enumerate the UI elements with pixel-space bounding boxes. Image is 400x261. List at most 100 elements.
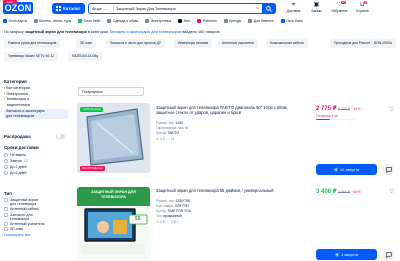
header: OZON fresh Каталог Везде ⌄ Защитный Экран… — [0, 0, 400, 17]
product-photo — [77, 103, 150, 173]
product-attr: Тип: прозрачный — [156, 214, 182, 218]
heart-icon: ♡ — [336, 2, 343, 8]
type-option[interactable]: Запчасти для телевизора — [4, 212, 68, 222]
checkbox[interactable] — [4, 221, 8, 226]
product-card[interactable]: ЗАЩИТНЫЙ ЭКРАН ДЛЯ ТЕЛЕВИЗОРА 55 Защитны… — [77, 187, 399, 261]
radio-button[interactable] — [4, 159, 8, 163]
clear-icon[interactable]: × — [256, 6, 259, 12]
nav-item[interactable]: Ozon Банк — [280, 19, 303, 23]
category-item-active[interactable]: Запчасти и аксессуары для телевизоров — [4, 109, 68, 120]
header-action-label: Избранное — [331, 9, 348, 13]
checkbox[interactable] — [4, 198, 8, 202]
header-box-button[interactable]: ▣ Заказы — [305, 2, 328, 15]
related-chip[interactable]: BHN-490SA — [370, 39, 396, 48]
product-title[interactable]: Защитный экран для телевизора 55 дюймов … — [156, 188, 306, 193]
nav-item[interactable]: Билеты, отели, туры — [33, 19, 71, 23]
related-chip[interactable]: Запчасти и части для пультов ДУ — [106, 39, 165, 48]
nav-item-icon — [197, 19, 202, 23]
nav-item[interactable]: Для бизнеса — [248, 19, 274, 23]
radio-button[interactable] — [4, 153, 8, 157]
product-card[interactable]: −14% бонусы РАСПРОДАЖА Защитный экран дл… — [77, 103, 399, 178]
chat-icon — [385, 251, 392, 258]
product-rating: ★ 4.9 ◌ 21 — [156, 137, 175, 141]
category-filter: Категория ‹ Все категории ‹ Электроника … — [4, 79, 68, 120]
nav-item-icon — [145, 19, 150, 23]
grid-icon — [56, 6, 61, 11]
related-chip[interactable]: Рамки и ручки для телевизоров — [4, 39, 61, 48]
product-image[interactable] — [77, 103, 150, 173]
search-bar: Везде ⌄ Защитный Экран Для Телевизора × — [88, 2, 276, 14]
header-heart-button[interactable]: ♡ Избранное 32 — [328, 1, 351, 15]
nav-item[interactable]: Электроника — [145, 19, 171, 23]
stock-bar — [316, 119, 356, 121]
sale-heading: Распродажа — [4, 134, 31, 139]
star-icon: ★ — [156, 220, 160, 224]
sale-filter: Распродажа — [4, 133, 65, 140]
type-option[interactable]: Защитный экран для телевизора — [4, 198, 68, 207]
search-button[interactable] — [262, 2, 276, 14]
related-chip[interactable]: 3D очки — [76, 39, 96, 48]
old-price: 3 233 ₽ — [337, 107, 351, 111]
image-caption: ЗАЩИТНЫЙ ЭКРАН ДЛЯ ТЕЛЕВИЗОРА — [91, 190, 136, 199]
product-title[interactable]: Защитный экран для телевизора TAKITO диа… — [156, 105, 306, 115]
stock-left: Осталось 4 шт — [316, 114, 339, 118]
checkbox[interactable] — [4, 227, 8, 232]
top-nav: Ozon Карта Билеты, отели, туры Ozon fresh О… — [0, 17, 400, 25]
chat-button[interactable] — [383, 249, 394, 260]
sale-toggle[interactable] — [56, 133, 65, 139]
nav-item[interactable]: Zero — [177, 19, 190, 23]
discount: −14% — [351, 107, 361, 111]
nav-item[interactable]: Ozon Карта — [3, 19, 27, 23]
related-chips: Рамки и ручки для телевизоров 3D очки Запч… — [4, 39, 400, 69]
favorite-icon[interactable]: ♡ — [389, 188, 394, 195]
checkbox[interactable] — [4, 212, 8, 217]
nav-item-icon — [33, 19, 38, 23]
type-heading: Тип — [4, 191, 12, 196]
product-price: 3 406 ₽7 560 ₽−54% — [316, 189, 361, 195]
related-chip[interactable]: Коаксиальные кабели — [266, 39, 308, 48]
add-to-cart-button[interactable]: 🛒︎ 3 августа — [316, 249, 377, 260]
discount: −54% — [351, 190, 361, 194]
show-all-link[interactable]: Посмотреть все — [4, 233, 68, 237]
nav-item[interactable]: Ozon fresh — [78, 19, 100, 23]
nav-item[interactable]: Premium — [197, 19, 217, 23]
header-actions: ⌖ Доставка ▣ Заказы ♡ Избранное 32 ⊔ Корзина 2 — [282, 1, 374, 15]
search-input[interactable]: Защитный Экран Для Телевизора — [116, 6, 176, 12]
add-to-cart-button[interactable]: 🛒︎ 12 августа — [316, 164, 377, 175]
reviews-icon: ◌ — [167, 220, 170, 224]
divider — [113, 6, 114, 12]
chat-button[interactable] — [383, 164, 394, 175]
header-action-label: Корзина — [356, 9, 369, 13]
search-scope-select[interactable]: Везде ⌄ — [92, 6, 107, 12]
radio-button[interactable] — [4, 171, 8, 175]
nav-item[interactable]: Одежда и обувь — [107, 19, 138, 23]
query-info: По запросу защитный экран для телевизора… — [4, 30, 220, 34]
catalog-button[interactable]: Каталог — [52, 3, 85, 14]
header-cart-button[interactable]: ⊔ Корзина 2 — [351, 1, 374, 15]
nav-item-icon — [3, 19, 7, 23]
sale-badge: РАСПРОДАЖА — [80, 166, 106, 171]
radio-button[interactable] — [4, 165, 8, 169]
header-pin-button[interactable]: ⌖ Доставка — [282, 2, 305, 15]
type-filter: Тип Защитный экран для телевизора Антенный… — [4, 191, 68, 237]
delivery-option[interactable]: До 5 дней — [4, 170, 68, 176]
favorite-icon[interactable]: ♡ — [389, 106, 394, 113]
nav-item-icon — [78, 19, 83, 23]
checkbox[interactable] — [4, 207, 8, 211]
chevron-down-icon: ⌄ — [136, 90, 140, 94]
related-chip[interactable]: Антенные усилители — [218, 39, 258, 48]
related-chip[interactable]: Телевизор Xiaomi Mi TV 4S 32 — [4, 52, 59, 61]
nav-item-icon — [248, 19, 253, 23]
pin-icon: ⌖ — [291, 2, 296, 8]
chat-icon — [385, 166, 392, 173]
nav-item-icon — [280, 19, 285, 23]
related-chip[interactable]: Инверторы питания — [174, 39, 213, 48]
category-item[interactable]: видеотехника — [4, 103, 68, 109]
nav-item[interactable]: Бренды — [223, 19, 241, 23]
logo-badge: fresh — [3, 0, 17, 4]
related-chip[interactable]: N32EDD4-DU24g — [68, 52, 103, 61]
sort-select[interactable]: Популярные ⌄ — [78, 87, 144, 96]
bonus-badge: −14% бонусы — [80, 107, 103, 112]
category-link[interactable]: Запчасти и аксессуары для телевизоров — [109, 30, 181, 34]
nav-item-icon — [107, 19, 112, 23]
